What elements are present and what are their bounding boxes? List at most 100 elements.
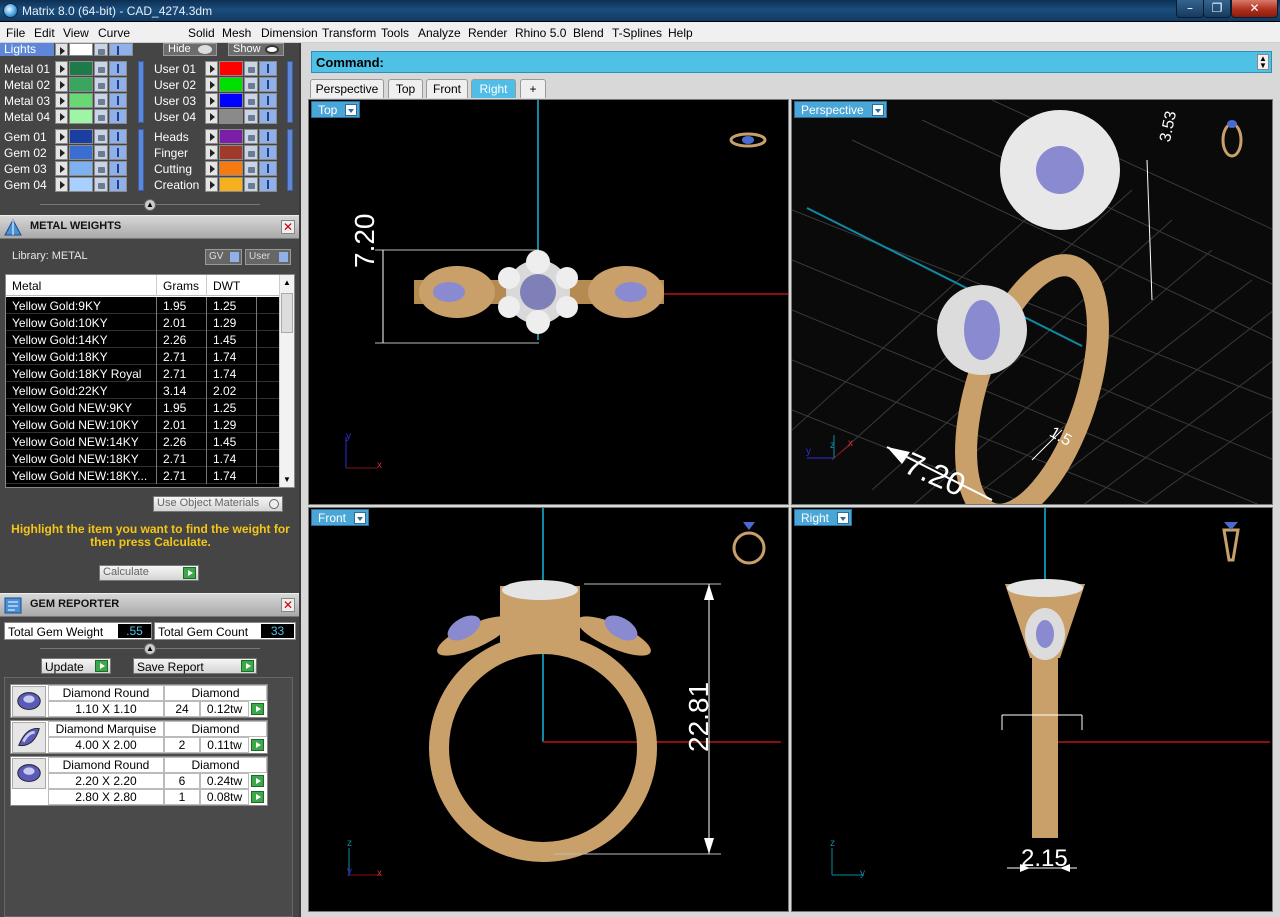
metal-row[interactable]: Yellow Gold NEW:10KY 2.01 1.29 — [6, 416, 280, 433]
metal-row[interactable]: Yellow Gold:9KY 1.95 1.25 — [6, 297, 280, 314]
layer-visibility-icon[interactable] — [259, 93, 277, 108]
layer-visibility-icon[interactable] — [259, 161, 277, 176]
layer-lock-icon[interactable] — [244, 145, 258, 160]
collapse-gems-icon[interactable]: ▲ — [144, 643, 156, 655]
gem-select-arrow-icon[interactable] — [251, 791, 264, 803]
layer-color-swatch[interactable] — [69, 93, 93, 108]
menu-edit[interactable]: Edit — [34, 26, 55, 40]
viewport-top[interactable]: Top 7.20 y x — [308, 99, 789, 505]
layer-visibility-icon[interactable] — [259, 129, 277, 144]
layer-arrow-icon[interactable] — [205, 109, 218, 124]
gv-toggle[interactable]: GV — [205, 249, 242, 265]
layer-visibility-icon[interactable] — [259, 145, 277, 160]
metal-table-scrollbar[interactable]: ▲ ▼ — [279, 275, 294, 487]
layer-row[interactable]: User 01 — [150, 61, 288, 77]
layer-lock-icon[interactable] — [94, 77, 108, 92]
layer-color-swatch[interactable] — [219, 129, 243, 144]
layer-color-swatch[interactable] — [219, 109, 243, 124]
app-icon[interactable] — [3, 3, 18, 18]
layer-arrow-icon[interactable] — [55, 161, 68, 176]
layer-arrow-icon[interactable] — [55, 177, 68, 192]
collapse-layers-icon[interactable]: ▲ — [144, 199, 156, 211]
layer-arrow-icon[interactable] — [55, 77, 68, 92]
layer-color-swatch[interactable] — [69, 129, 93, 144]
layer-lock-icon[interactable] — [94, 61, 108, 76]
layer-color-swatch[interactable] — [69, 177, 93, 192]
layer-row[interactable]: Finger — [150, 145, 288, 161]
layer-color-swatch[interactable] — [69, 161, 93, 176]
layer-arrow-icon[interactable] — [205, 93, 218, 108]
layer-arrow-icon[interactable] — [55, 129, 68, 144]
viewport-perspective[interactable]: Perspective 7.20 1.5 3.53 y z x — [791, 99, 1273, 505]
metal-row[interactable]: Yellow Gold NEW:18KY... 2.71 1.74 — [6, 467, 280, 484]
metal-row[interactable]: Yellow Gold:10KY 2.01 1.29 — [6, 314, 280, 331]
layer-visibility-icon[interactable] — [259, 77, 277, 92]
minimize-button[interactable]: – — [1176, 0, 1204, 18]
layer-row[interactable]: Metal 02 — [0, 77, 138, 93]
layer-lock-icon[interactable] — [94, 129, 108, 144]
menu-tsplines[interactable]: T-Splines — [612, 26, 662, 40]
layer-lock-icon[interactable] — [244, 177, 258, 192]
metal-row[interactable]: Yellow Gold:22KY 3.14 2.02 — [6, 382, 280, 399]
lights-lock-icon[interactable] — [94, 43, 108, 56]
layer-color-swatch[interactable] — [219, 77, 243, 92]
use-object-materials-toggle[interactable]: Use Object Materials — [153, 496, 283, 512]
close-window-button[interactable]: ✕ — [1231, 0, 1278, 18]
layer-visibility-icon[interactable] — [259, 109, 277, 124]
layer-arrow-icon[interactable] — [55, 145, 68, 160]
menu-mesh[interactable]: Mesh — [222, 26, 251, 40]
layer-visibility-icon[interactable] — [109, 145, 127, 160]
command-bar[interactable]: Command: ▲ ▼ — [311, 51, 1272, 73]
layer-lock-icon[interactable] — [94, 93, 108, 108]
layer-row[interactable]: Metal 04 — [0, 109, 138, 125]
metal-row[interactable]: Yellow Gold:18KY 2.71 1.74 — [6, 348, 280, 365]
layer-row[interactable]: Heads — [150, 129, 288, 145]
menu-tools[interactable]: Tools — [381, 26, 409, 40]
hide-toggle[interactable]: Hide — [163, 43, 217, 56]
menu-transform[interactable]: Transform — [322, 26, 376, 40]
menu-solid[interactable]: Solid — [188, 26, 215, 40]
metal-row[interactable]: Yellow Gold NEW:14KY 2.26 1.45 — [6, 433, 280, 450]
menu-render[interactable]: Render — [468, 26, 507, 40]
layer-arrow-icon[interactable] — [205, 129, 218, 144]
layer-row[interactable]: Metal 03 — [0, 93, 138, 109]
layer-color-swatch[interactable] — [69, 77, 93, 92]
layer-row[interactable]: Metal 01 — [0, 61, 138, 77]
gem-reporter-close-icon[interactable]: ✕ — [281, 598, 295, 612]
layer-arrow-icon[interactable] — [205, 77, 218, 92]
layer-arrow-icon[interactable] — [205, 177, 218, 192]
layer-lock-icon[interactable] — [94, 161, 108, 176]
layer-row[interactable]: Gem 03 — [0, 161, 138, 177]
gem-select-arrow-icon[interactable] — [251, 739, 264, 751]
layer-color-swatch[interactable] — [69, 61, 93, 76]
metal-weights-close-icon[interactable]: ✕ — [281, 220, 295, 234]
layer-row[interactable]: User 04 — [150, 109, 288, 125]
layer-visibility-icon[interactable] — [109, 93, 127, 108]
add-tab-button[interactable]: + — [520, 79, 546, 98]
scroll-thumb[interactable] — [281, 293, 293, 333]
tab-right[interactable]: Right — [471, 79, 516, 98]
layer-arrow-icon[interactable] — [55, 61, 68, 76]
gem-group-round-large[interactable]: Diamond Round Diamond 2.20 X 2.20 6 0.24… — [10, 756, 268, 806]
layer-arrow-icon[interactable] — [205, 145, 218, 160]
layer-lock-icon[interactable] — [244, 161, 258, 176]
viewport-menu-icon[interactable] — [354, 512, 367, 524]
layer-visibility-icon[interactable] — [259, 61, 277, 76]
layer-color-swatch[interactable] — [219, 161, 243, 176]
layer-arrow-icon[interactable] — [205, 61, 218, 76]
layer-row[interactable]: User 03 — [150, 93, 288, 109]
tab-top[interactable]: Top — [388, 79, 423, 98]
viewport-menu-icon[interactable] — [871, 104, 884, 116]
metal-row[interactable]: Yellow Gold NEW:18KY 2.71 1.74 — [6, 450, 280, 467]
update-button[interactable]: Update — [41, 658, 111, 674]
menu-analyze[interactable]: Analyze — [418, 26, 461, 40]
lights-arrow[interactable] — [55, 43, 68, 56]
layer-lock-icon[interactable] — [244, 129, 258, 144]
gem-group-round-small[interactable]: Diamond Round Diamond 1.10 X 1.10 24 0.1… — [10, 684, 268, 718]
tab-perspective[interactable]: Perspective — [310, 79, 384, 98]
scroll-down-icon[interactable]: ▼ — [283, 475, 291, 484]
lights-label[interactable]: Lights — [0, 43, 54, 56]
layer-row[interactable]: Gem 01 — [0, 129, 138, 145]
viewport-right-label[interactable]: Right — [794, 509, 853, 526]
metal-row[interactable]: Yellow Gold:14KY 2.26 1.45 — [6, 331, 280, 348]
